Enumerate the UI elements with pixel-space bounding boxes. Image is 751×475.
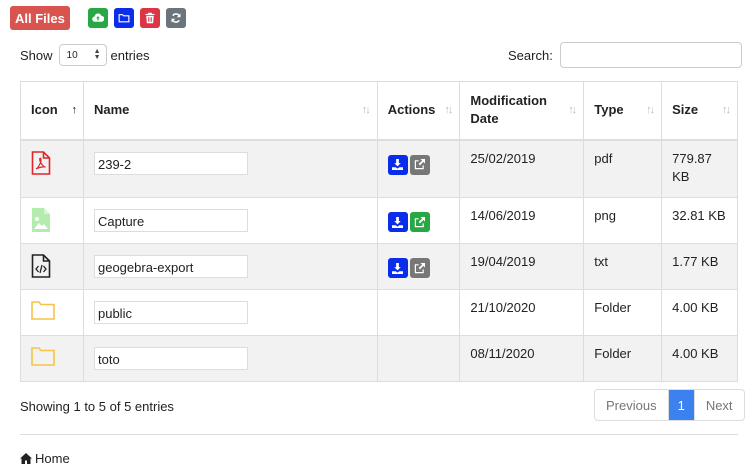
share-icon: [415, 159, 426, 170]
files-table: Icon ↑ Name ↑↓ Actions ↑↓ Modification Date…: [20, 81, 738, 382]
name-cell: geogebra-export: [82, 243, 378, 290]
actions-cell: [376, 243, 461, 290]
new-folder-button[interactable]: [113, 8, 134, 28]
actions-cell: [376, 289, 461, 336]
delete-button[interactable]: [139, 8, 160, 28]
file-name-field[interactable]: 239-2: [93, 151, 248, 175]
folder-icon: [31, 300, 73, 320]
search-label: Search:: [508, 47, 553, 63]
previous-page-button[interactable]: Previous: [595, 390, 668, 420]
next-page-button[interactable]: Next: [693, 390, 744, 420]
type-cell: Folder: [583, 335, 663, 382]
file-name-field[interactable]: toto: [93, 347, 248, 370]
code-file-icon: [31, 254, 73, 278]
search-control: Search:: [508, 42, 742, 68]
size-cell: 1.77 KB: [661, 243, 738, 290]
actions-cell: [376, 335, 461, 382]
sort-icon: ↑↓: [361, 104, 371, 117]
search-input[interactable]: [559, 42, 742, 68]
file-name-field[interactable]: public: [93, 301, 248, 324]
name-cell: 239-2: [82, 139, 378, 198]
table-row: toto 08/11/2020 Folder 4.00 KB: [20, 335, 738, 382]
sort-icon: ↑↓: [722, 104, 731, 117]
column-header-name[interactable]: Name ↑↓: [82, 81, 378, 141]
download-icon: [392, 159, 404, 170]
length-control: Show 10 ▲ ▼ entries: [20, 44, 150, 66]
new-folder-icon: [118, 14, 130, 23]
sort-asc-icon: ↑: [71, 104, 76, 117]
column-header-modification-date[interactable]: Modification Date ↑↓: [459, 81, 585, 141]
size-cell: 4.00 KB: [661, 289, 738, 336]
file-name-field[interactable]: geogebra-export: [93, 255, 248, 278]
download-button[interactable]: [387, 154, 408, 175]
icon-cell: [20, 243, 84, 290]
download-button[interactable]: [387, 258, 408, 278]
column-header-size[interactable]: Size ↑↓: [661, 81, 738, 141]
size-cell: 4.00 KB: [661, 335, 738, 382]
date-cell: 25/02/2019: [459, 139, 585, 198]
entries-label: entries: [110, 47, 150, 63]
divider: [20, 434, 738, 435]
trash-icon: [145, 12, 155, 24]
table-row: public 21/10/2020 Folder 4.00 KB: [20, 289, 738, 336]
date-cell: 21/10/2020: [459, 289, 585, 336]
refresh-icon: [171, 13, 181, 23]
type-cell: txt: [583, 243, 663, 290]
share-icon: [415, 262, 426, 273]
table-row: Capture 14/06/2019 png 32.81 KB: [20, 197, 738, 244]
icon-cell: [20, 289, 84, 336]
actions-cell: [376, 197, 461, 244]
table-info: Showing 1 to 5 of 5 entries: [20, 399, 174, 414]
home-icon: [20, 453, 32, 464]
size-cell: 32.81 KB: [661, 197, 738, 244]
actions-cell: [376, 139, 461, 198]
file-name-field[interactable]: Capture: [93, 209, 248, 232]
upload-button[interactable]: [87, 8, 108, 28]
type-cell: pdf: [583, 139, 663, 198]
select-arrows-icon: ▲ ▼: [93, 48, 101, 61]
column-header-actions[interactable]: Actions ↑↓: [376, 81, 461, 141]
date-cell: 08/11/2020: [459, 335, 585, 382]
all-files-button[interactable]: All Files: [10, 6, 70, 30]
column-header-icon[interactable]: Icon ↑: [20, 81, 84, 141]
cloud-upload-icon: [92, 13, 104, 22]
show-label: Show: [20, 47, 53, 63]
download-icon: [392, 216, 404, 228]
sort-icon: ↑↓: [568, 104, 577, 117]
column-header-type[interactable]: Type ↑↓: [583, 81, 663, 141]
name-cell: public: [82, 289, 378, 336]
download-icon: [392, 262, 404, 274]
share-icon: [415, 216, 426, 227]
download-button[interactable]: [387, 212, 408, 232]
table-row: 239-2 25/02/2019 pdf 779.87 KB: [20, 139, 738, 198]
refresh-button[interactable]: [165, 8, 186, 28]
share-button[interactable]: [409, 258, 430, 278]
breadcrumb-home-link[interactable]: Home: [35, 451, 70, 466]
name-cell: Capture: [82, 197, 378, 244]
breadcrumb: Home: [20, 451, 70, 466]
pagination: Previous 1 Next: [594, 389, 745, 421]
icon-cell: [20, 197, 84, 244]
name-cell: toto: [82, 335, 378, 382]
type-cell: png: [583, 197, 663, 244]
table-header-row: Icon ↑ Name ↑↓ Actions ↑↓ Modification Date…: [20, 81, 738, 141]
entries-select-value: 10: [66, 49, 78, 61]
share-button[interactable]: [409, 212, 430, 232]
icon-cell: [20, 335, 84, 382]
pdf-file-icon: [31, 150, 73, 175]
share-button[interactable]: [409, 154, 430, 175]
entries-select[interactable]: 10 ▲ ▼: [58, 44, 107, 66]
toolbar: All Files: [10, 6, 192, 30]
table-row: geogebra-export 19/04/2019 txt 1.77 KB: [20, 243, 738, 290]
date-cell: 19/04/2019: [459, 243, 585, 290]
icon-cell: [20, 139, 84, 198]
size-cell: 779.87 KB: [661, 139, 738, 198]
type-cell: Folder: [583, 289, 663, 336]
sort-icon: ↑↓: [444, 104, 453, 117]
sort-icon: ↑↓: [646, 104, 655, 117]
image-file-icon: [31, 208, 73, 232]
date-cell: 14/06/2019: [459, 197, 585, 244]
folder-icon: [31, 346, 73, 366]
page-1-button[interactable]: 1: [667, 390, 694, 420]
